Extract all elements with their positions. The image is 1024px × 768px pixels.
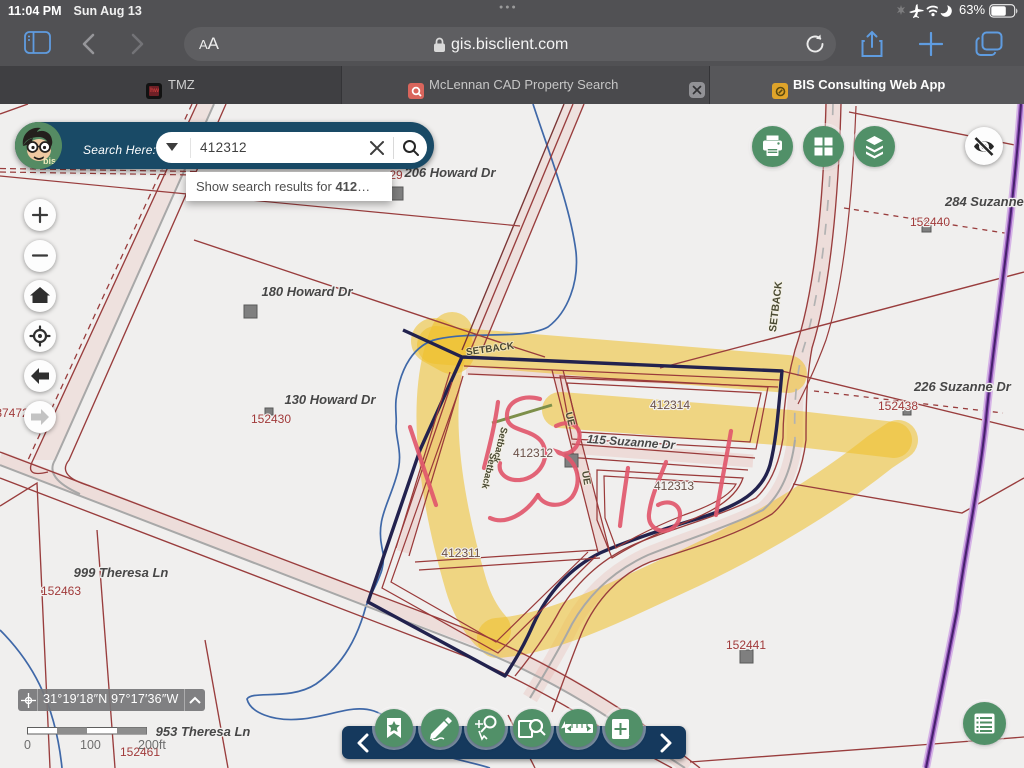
svg-text:152463: 152463 [41, 584, 81, 598]
svg-text:412314: 412314 [650, 398, 690, 412]
svg-text:152438: 152438 [878, 399, 918, 413]
svg-text:130 Howard Dr: 130 Howard Dr [284, 392, 376, 407]
svg-text:152440: 152440 [910, 215, 950, 229]
svg-text:412312: 412312 [513, 446, 553, 460]
svg-text:999 Theresa Ln: 999 Theresa Ln [74, 565, 169, 580]
svg-text:412311: 412311 [441, 546, 480, 560]
svg-text:284 Suzanne D: 284 Suzanne D [944, 194, 1024, 209]
svg-text:180 Howard Dr: 180 Howard Dr [261, 284, 353, 299]
svg-text:152441: 152441 [726, 638, 766, 652]
svg-text:412313: 412313 [654, 479, 694, 493]
svg-text:152430: 152430 [251, 412, 291, 426]
svg-text:953 Theresa Ln: 953 Theresa Ln [156, 724, 251, 739]
svg-text:226 Suzanne Dr: 226 Suzanne Dr [913, 379, 1012, 394]
